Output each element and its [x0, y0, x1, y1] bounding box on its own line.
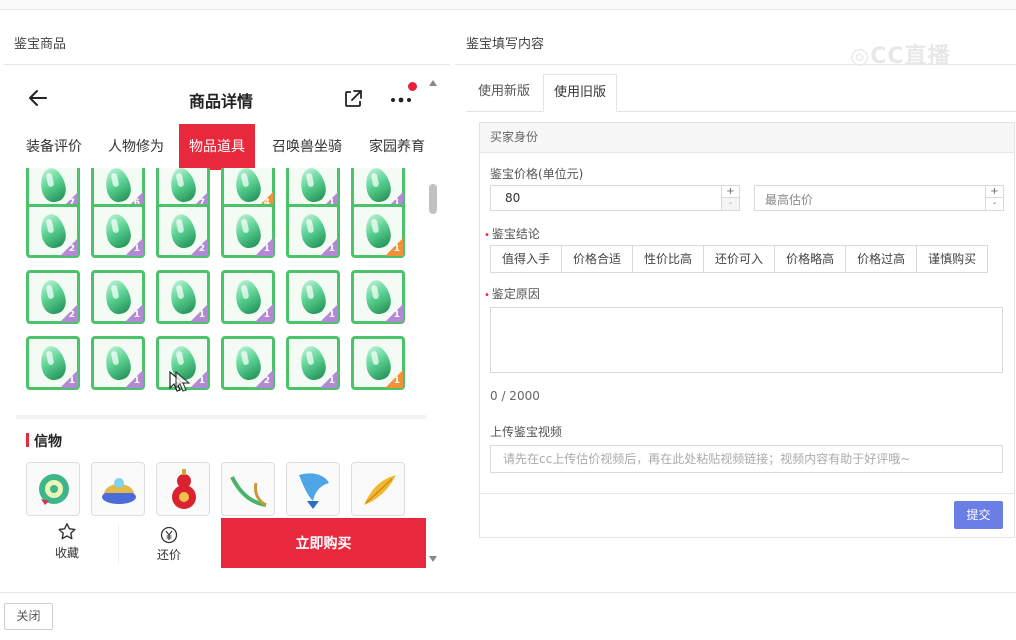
tab-summons[interactable]: 召唤兽坐骑: [272, 124, 342, 170]
yuan-coin-icon: [160, 526, 178, 544]
conclusion-options: 值得入手 价格合适 性价比高 还价可入 价格略高 价格过高 谨慎购买: [490, 245, 989, 273]
token-item-jade-disc[interactable]: [26, 462, 80, 516]
bottom-action-bar: 收藏 还价 立即购买: [16, 518, 426, 570]
gem-item-cell[interactable]: 1: [286, 336, 340, 390]
price-increment-button[interactable]: +: [721, 186, 739, 198]
reason-label: 鉴定原因: [484, 285, 540, 302]
bargain-button[interactable]: 还价: [142, 526, 196, 563]
page-title: 商品详情: [188, 92, 253, 111]
conclusion-option[interactable]: 价格过高: [846, 246, 918, 272]
gem-item-cell[interactable]: 1: [286, 204, 340, 258]
conclusion-option[interactable]: 价格略高: [775, 246, 847, 272]
token-item-gourd[interactable]: [156, 462, 210, 516]
favorite-label: 收藏: [54, 546, 79, 560]
scroll-thumb[interactable]: [429, 184, 437, 214]
tab-equipment[interactable]: 装备评价: [26, 124, 82, 170]
conclusion-option[interactable]: 值得入手: [491, 246, 563, 272]
max-price-input[interactable]: 最高估价 + -: [754, 185, 1004, 211]
close-button[interactable]: 关闭: [4, 603, 53, 630]
token-item-golden-feather[interactable]: [351, 462, 405, 516]
share-icon[interactable]: [342, 88, 364, 110]
product-preview-phone: 商品详情 装备评价 人物修为 物品道具 召唤兽坐骑 家园养育 767411212…: [16, 76, 426, 570]
gem-item-cell[interactable]: 1: [91, 270, 145, 324]
conclusion-option[interactable]: 谨慎购买: [917, 246, 987, 272]
gem-item-cell[interactable]: 2: [26, 270, 80, 324]
tab-home[interactable]: 家园养育: [369, 124, 425, 170]
submit-button[interactable]: 提交: [954, 501, 1003, 529]
price-decrement-button[interactable]: -: [721, 198, 739, 210]
tab-items[interactable]: 物品道具: [179, 124, 255, 170]
gem-item-cell[interactable]: 2: [221, 336, 275, 390]
character-counter: 0 / 2000: [490, 389, 540, 403]
gem-item-cell[interactable]: 2: [26, 204, 80, 258]
right-panel-title: 鉴宝填写内容: [466, 37, 545, 52]
form-version-tabs: 使用新版 使用旧版: [466, 74, 1016, 112]
gem-item-cell[interactable]: 1: [286, 270, 340, 324]
gem-item-cell[interactable]: 1: [351, 204, 405, 258]
video-link-input[interactable]: 请先在cc上传估价视频后，再在此处粘贴视频链接；视频内容有助于好评哦~: [490, 445, 1003, 473]
watermark-logo: ◎CC直播: [850, 44, 951, 69]
favorite-button[interactable]: 收藏: [38, 522, 96, 561]
notification-dot: [408, 82, 417, 91]
bargain-label: 还价: [156, 548, 181, 562]
scroll-up-arrow-icon[interactable]: [429, 80, 437, 86]
divider: [480, 493, 1014, 494]
phone-header: 商品详情: [16, 76, 426, 122]
left-panel-title: 鉴宝商品: [14, 37, 67, 52]
max-price-placeholder: 最高估价: [765, 193, 814, 207]
divider: [118, 524, 119, 564]
gem-item-cell[interactable]: 1: [156, 270, 210, 324]
conclusion-option[interactable]: 性价比高: [633, 246, 705, 272]
price-label: 鉴宝价格(单位元): [490, 167, 584, 181]
divider: [16, 415, 426, 419]
divider: [0, 592, 1016, 593]
category-tabs: 装备评价 人物修为 物品道具 召唤兽坐骑 家园养育: [16, 124, 426, 170]
token-item-treasure-bowl[interactable]: [91, 462, 145, 516]
gem-item-cell[interactable]: 1: [26, 336, 80, 390]
item-grid: 767411212111211111111211: [24, 168, 424, 414]
tab-old-version[interactable]: 使用旧版: [543, 74, 618, 112]
star-icon: [58, 523, 76, 540]
max-price-decrement-button[interactable]: -: [985, 198, 1003, 210]
tab-new-version[interactable]: 使用新版: [478, 74, 530, 112]
gem-item-cell[interactable]: 1: [91, 204, 145, 258]
gem-item-cell[interactable]: 1: [221, 270, 275, 324]
divider: [4, 64, 450, 65]
more-options-icon[interactable]: [388, 88, 414, 110]
reason-textarea[interactable]: [490, 307, 1003, 373]
price-input[interactable]: 80 + -: [490, 185, 740, 211]
gem-item-cell[interactable]: 1: [91, 336, 145, 390]
gem-item-cell[interactable]: 2: [156, 204, 210, 258]
buy-now-button[interactable]: 立即购买: [221, 518, 426, 568]
conclusion-option[interactable]: 还价可入: [704, 246, 776, 272]
appraisal-form: 买家身份 鉴宝价格(单位元) 80 + - 最高估价 + - 鉴宝结论 值得入手…: [479, 122, 1015, 538]
preview-scrollbar[interactable]: [426, 78, 440, 568]
token-item-jade-sword[interactable]: [221, 462, 275, 516]
max-price-increment-button[interactable]: +: [985, 186, 1003, 198]
conclusion-label: 鉴宝结论: [484, 225, 540, 242]
mouse-cursor-icon: [169, 370, 190, 392]
tab-character[interactable]: 人物修为: [108, 124, 164, 170]
section-title: 信物: [34, 434, 62, 450]
token-item-water-vase[interactable]: [286, 462, 340, 516]
section-marker: [26, 433, 29, 447]
video-label: 上传鉴宝视频: [490, 425, 563, 439]
top-strip: [0, 0, 1016, 10]
gem-item-cell[interactable]: 1: [351, 270, 405, 324]
scroll-down-arrow-icon[interactable]: [429, 556, 437, 562]
gem-item-cell[interactable]: 1: [351, 336, 405, 390]
gem-item-cell[interactable]: 1: [221, 204, 275, 258]
buyer-identity-header: 买家身份: [480, 123, 1014, 153]
price-value: 80: [505, 191, 521, 205]
conclusion-option[interactable]: 价格合适: [562, 246, 634, 272]
